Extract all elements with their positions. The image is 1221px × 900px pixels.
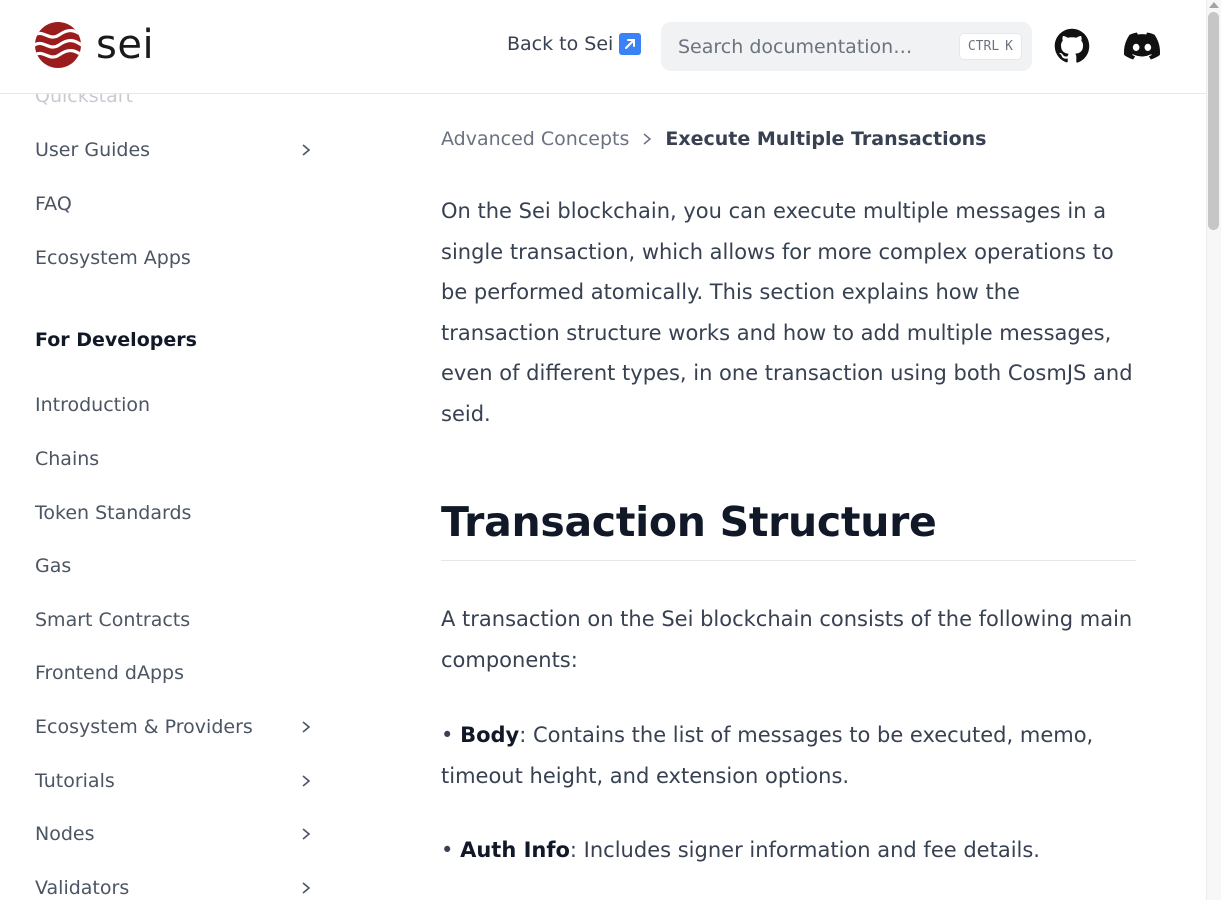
sidebar-section-heading: For Developers [35,329,197,351]
sidebar-item-label: Frontend dApps [35,662,184,684]
search-box[interactable]: CTRL K [661,22,1032,71]
sidebar-item-label: Introduction [35,394,151,416]
sidebar-item-smart-contracts[interactable]: Smart Contracts [35,609,315,631]
back-to-sei-link[interactable]: Back to Sei [507,33,642,55]
bullet-term: Body [460,723,520,747]
chevron-right-icon [302,721,311,733]
sidebar-item-label: Tutorials [35,770,115,792]
search-input[interactable] [661,22,959,71]
sidebar-item-label: FAQ [35,193,72,215]
logo-text: sei [96,22,155,68]
bullet-text: : Contains the list of messages to be ex… [441,723,1094,788]
sidebar-item-quickstart[interactable]: Quickstart [35,94,315,107]
chevron-right-icon [302,882,311,894]
sidebar-item-label: Nodes [35,823,95,845]
sidebar-item-frontend-dapps[interactable]: Frontend dApps [35,662,315,684]
sidebar-item-label: Chains [35,448,100,470]
sidebar-item-user-guides[interactable]: User Guides [35,139,315,161]
sidebar-item-label: Ecosystem & Providers [35,716,253,738]
sidebar-item-ecosystem-providers[interactable]: Ecosystem & Providers [35,716,315,738]
sidebar-item-token-standards[interactable]: Token Standards [35,502,315,524]
shortcut-key: K [1005,39,1013,54]
bullet-text: : Includes signer information and fee de… [569,838,1040,862]
chevron-right-icon [643,133,652,145]
chevron-right-icon [302,144,311,156]
sidebar-item-gas[interactable]: Gas [35,555,315,577]
sidebar-item-introduction[interactable]: Introduction [35,394,315,416]
sei-logo-icon [35,22,81,68]
sidebar-item-label: Quickstart [35,94,133,107]
search-shortcut-hint: CTRL K [958,33,1022,60]
list-item: • Body: Contains the list of messages to… [441,715,1141,796]
sidebar-item-nodes[interactable]: Nodes [35,823,315,845]
sidebar-item-tutorials[interactable]: Tutorials [35,770,315,792]
chevron-right-icon [302,775,311,787]
section-heading: Transaction Structure [441,498,1136,561]
sidebar-item-chains[interactable]: Chains [35,448,315,470]
sidebar-item-ecosystem-apps[interactable]: Ecosystem Apps [35,247,315,269]
breadcrumb: Advanced Concepts Execute Multiple Trans… [441,128,987,150]
bullet-term: Auth Info [460,838,570,862]
bullet-marker: • [441,838,454,862]
external-arrow-icon [619,33,642,55]
shortcut-ctrl: CTRL [967,39,1000,54]
sidebar-item-label: Ecosystem Apps [35,247,191,269]
sidebar: Quickstart User Guides FAQ Ecosystem App… [0,94,340,900]
discord-icon[interactable] [1124,28,1160,64]
github-icon[interactable] [1054,28,1090,64]
scrollbar-thumb[interactable] [1208,12,1219,230]
back-link-label: Back to Sei [507,33,614,55]
intro-paragraph: On the Sei blockchain, you can execute m… [441,199,1133,426]
sidebar-item-label: Token Standards [35,502,192,524]
sei-logo[interactable]: sei [35,22,154,68]
sidebar-item-label: Validators [35,877,130,899]
sidebar-item-faq[interactable]: FAQ [35,193,315,215]
list-item: • Auth Info: Includes signer information… [441,830,1141,871]
bullet-marker: • [441,723,454,747]
top-header: sei Back to Sei CTRL K [0,0,1206,94]
sidebar-item-label: User Guides [35,139,151,161]
breadcrumb-current: Execute Multiple Transactions [665,128,987,150]
sidebar-item-label: Smart Contracts [35,609,191,631]
lead-paragraph: A transaction on the Sei blockchain cons… [441,607,1133,672]
chevron-right-icon [302,828,311,840]
sidebar-item-validators[interactable]: Validators [35,877,315,899]
scroll-up-arrow-icon[interactable] [1209,2,1219,8]
sidebar-item-label: Gas [35,555,72,577]
breadcrumb-parent[interactable]: Advanced Concepts [441,128,629,150]
